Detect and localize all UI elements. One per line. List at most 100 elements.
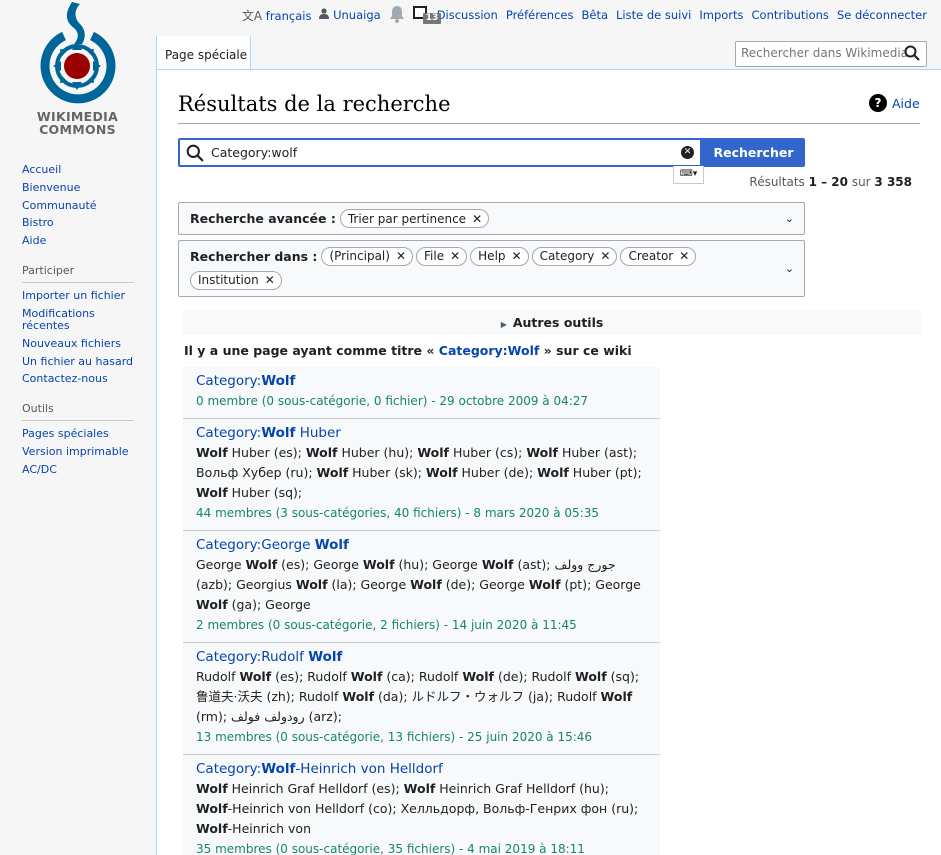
notices-button[interactable]: 13: [412, 6, 442, 24]
chevron-down-icon[interactable]: ⌄: [785, 262, 794, 275]
commons-logo-icon: [40, 2, 116, 104]
result-title-link[interactable]: Category:Wolf: [196, 371, 647, 391]
advanced-search-box[interactable]: Recherche avancée : Trier par pertinence…: [178, 202, 805, 235]
namespace-label: Rechercher dans :: [190, 248, 318, 264]
language-switcher[interactable]: 文A français: [242, 7, 312, 24]
result-snippet: George Wolf (es); George Wolf (hu); Geor…: [196, 557, 641, 612]
header-search-placeholder: Rechercher dans Wikimedia: [741, 46, 909, 60]
exact-match-link[interactable]: Category:Wolf: [439, 343, 540, 358]
sidebar-item-aide[interactable]: Aide: [22, 234, 46, 247]
search-result: Category:Wolf 0 membre (0 sous-catégorie,…: [183, 367, 660, 419]
user-icon: [319, 8, 330, 19]
remove-chip-icon[interactable]: ✕: [450, 249, 460, 263]
translate-icon: 文A: [241, 8, 263, 23]
help-icon: ?: [869, 94, 887, 112]
sidebar-item-bienvenue[interactable]: Bienvenue: [22, 181, 80, 194]
sidebar-heading-participer: Participer: [22, 264, 134, 284]
search-result: Category:Rudolf Wolf Rudolf Wolf (es); Ru…: [183, 643, 660, 755]
user-link[interactable]: Unuaiga: [333, 8, 381, 22]
namespace-chip-principal[interactable]: (Principal) ✕: [321, 246, 413, 266]
help-label[interactable]: Aide: [892, 96, 920, 111]
namespace-filter-box[interactable]: Rechercher dans : (Principal) ✕ File ✕ Hel…: [178, 240, 805, 297]
remove-chip-icon[interactable]: ✕: [600, 249, 610, 263]
header-search-input[interactable]: Rechercher dans Wikimedia: [735, 41, 927, 67]
watchlist-link[interactable]: Liste de suivi: [616, 8, 691, 22]
keyboard-icon[interactable]: ⌨▾: [673, 166, 704, 184]
other-tools-toggle[interactable]: ▶ Autres outils: [183, 310, 921, 335]
namespace-chip-creator[interactable]: Creator ✕: [620, 246, 697, 266]
remove-chip-icon[interactable]: ✕: [512, 249, 522, 263]
talk-link[interactable]: Discussion: [437, 8, 498, 22]
preferences-link[interactable]: Préférences: [506, 8, 574, 22]
sidebar-item-modifications-recentes[interactable]: Modifications récentes: [22, 307, 95, 332]
sort-chip[interactable]: Trier par pertinence ✕: [339, 209, 490, 228]
result-title-link[interactable]: Category:Wolf Huber: [196, 423, 647, 443]
language-link[interactable]: français: [266, 9, 312, 23]
page-title: Résultats de la recherche: [178, 92, 451, 116]
chevron-down-icon[interactable]: ⌄: [785, 212, 794, 225]
search-form: Category:wolf ✕ Rechercher: [178, 138, 805, 167]
remove-chip-icon[interactable]: ✕: [679, 249, 689, 263]
result-title-link[interactable]: Category:Rudolf Wolf: [196, 647, 647, 667]
notices-count: 13: [422, 13, 442, 24]
sidebar-item-communaute[interactable]: Communauté: [22, 199, 97, 212]
namespace-chip-help[interactable]: Help ✕: [470, 246, 529, 266]
personal-tools: 文A français Unuaiga 13 Discussion Préfér…: [234, 4, 927, 26]
user-menu[interactable]: Unuaiga: [319, 8, 381, 22]
sidebar-item-fichier-au-hasard[interactable]: Un fichier au hasard: [22, 355, 133, 368]
contributions-link[interactable]: Contributions: [752, 8, 829, 22]
bell-icon: [389, 5, 404, 23]
remove-chip-icon[interactable]: ✕: [396, 249, 406, 263]
search-result: Category:Wolf-Heinrich von Helldorf Wolf …: [183, 755, 660, 855]
result-title-link[interactable]: Category:George Wolf: [196, 535, 647, 555]
remove-chip-icon[interactable]: ✕: [265, 273, 275, 287]
main-content: Résultats de la recherche ? Aide Categor…: [156, 69, 941, 855]
result-title-link[interactable]: Category:Wolf-Heinrich von Helldorf: [196, 759, 647, 779]
sidebar-item-acdc[interactable]: AC/DC: [22, 463, 57, 476]
sidebar-item-version-imprimable[interactable]: Version imprimable: [22, 445, 129, 458]
namespace-chip-category[interactable]: Category ✕: [531, 246, 618, 266]
sidebar: Accueil Bienvenue Communauté Bistro Aide…: [22, 164, 134, 482]
help-link[interactable]: ? Aide: [869, 94, 920, 112]
search-result: Category:Wolf Huber Wolf Huber (es); Wolf…: [183, 419, 660, 531]
tab-special-page[interactable]: Page spéciale: [156, 36, 251, 70]
sidebar-item-accueil[interactable]: Accueil: [22, 163, 61, 176]
sidebar-item-contactez-nous[interactable]: Contactez-nous: [22, 372, 108, 385]
search-result: Category:George Wolf George Wolf (es); Ge…: [183, 531, 660, 643]
search-button[interactable]: Rechercher: [702, 138, 805, 167]
namespace-chip-institution[interactable]: Institution ✕: [190, 270, 282, 290]
search-input[interactable]: Category:wolf ✕: [178, 138, 702, 167]
logo-wordmark: WIKIMEDIA COMMONS: [36, 109, 119, 137]
logout-link[interactable]: Se déconnecter: [837, 8, 927, 22]
namespace-chip-file[interactable]: File ✕: [416, 246, 468, 266]
remove-chip-icon[interactable]: ✕: [472, 212, 482, 226]
search-icon[interactable]: [904, 45, 920, 61]
search-icon: [186, 144, 204, 162]
result-metadata: 44 membres (3 sous-catégories, 40 fichie…: [196, 506, 600, 520]
advanced-search-label: Recherche avancée :: [190, 211, 336, 226]
result-metadata: 35 membres (0 sous-catégorie, 35 fichier…: [196, 842, 585, 855]
wikimedia-commons-logo[interactable]: WIKIMEDIA COMMONS: [20, 0, 135, 145]
sidebar-item-pages-speciales[interactable]: Pages spéciales: [22, 427, 109, 440]
sidebar-participate: Importer un fichier Modifications récent…: [22, 290, 134, 385]
uploads-link[interactable]: Imports: [699, 8, 743, 22]
sidebar-item-importer[interactable]: Importer un fichier: [22, 289, 125, 302]
heading-divider: [178, 123, 920, 124]
sidebar-heading-outils: Outils: [22, 402, 134, 422]
triangle-right-icon: ▶: [500, 320, 507, 329]
sidebar-navigation: Accueil Bienvenue Communauté Bistro Aide: [22, 164, 134, 247]
clear-icon[interactable]: ✕: [681, 146, 694, 159]
result-snippet: Rudolf Wolf (es); Rudolf Wolf (ca); Rudo…: [196, 669, 640, 724]
sidebar-item-nouveaux-fichiers[interactable]: Nouveaux fichiers: [22, 337, 121, 350]
result-metadata: 2 membres (0 sous-catégorie, 2 fichiers)…: [196, 618, 577, 632]
exact-match-notice: Il y a une page ayant comme titre « Cate…: [184, 343, 632, 358]
result-snippet: Wolf Heinrich Graf Helldorf (es); Wolf H…: [196, 781, 639, 836]
results-count: Résultats 1 – 20 sur 3 358: [749, 175, 912, 189]
beta-link[interactable]: Bêta: [581, 8, 608, 22]
alerts-button[interactable]: [389, 5, 405, 26]
result-metadata: 0 membre (0 sous-catégorie, 0 fichier) -…: [196, 394, 589, 408]
result-snippet: Wolf Huber (es); Wolf Huber (hu); Wolf H…: [196, 445, 642, 500]
sidebar-item-bistro[interactable]: Bistro: [22, 216, 54, 229]
sidebar-tools: Pages spéciales Version imprimable AC/DC: [22, 428, 134, 476]
search-results: Category:Wolf 0 membre (0 sous-catégorie,…: [183, 367, 660, 855]
